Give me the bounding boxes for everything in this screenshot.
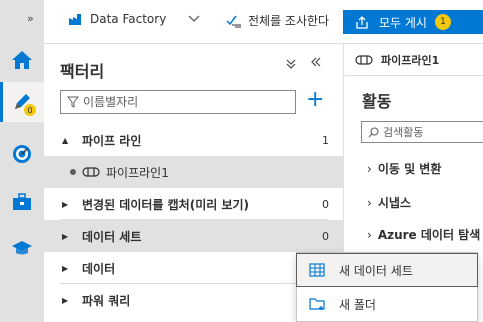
rail-author-button[interactable]: 0 [0,82,44,122]
folder-add-icon [309,298,325,310]
home-icon [12,51,32,69]
tree-group-label: 데이터 [82,261,116,276]
caret-collapsed-icon: ▶ [62,199,69,209]
active-indicator [0,82,3,122]
tree-group-count: 0 [322,197,329,211]
menu-item-label: 새 폴더 [339,297,376,312]
caret-collapsed-icon: ▶ [62,295,69,305]
publish-icon [356,16,368,29]
double-chevron-left-icon [311,57,321,67]
tree-group-label: 파워 쿼리 [82,293,131,308]
tree-item-pipeline1[interactable]: 파이프라인1 [44,156,343,188]
menu-item-new-dataset[interactable]: 새 데이터 세트 [296,253,478,287]
pipeline-icon [355,54,373,65]
collapse-all-icon [286,59,296,69]
publish-label: 모두 게시 [379,15,427,30]
top-bar: Data Factory 전체를 조사한다 모두 게시 1 [44,0,483,44]
add-resource-button[interactable]: + [306,88,324,112]
validate-label: 전체를 조사한다 [248,14,330,28]
validate-icon [226,15,241,28]
author-badge: 0 [24,104,36,116]
unsaved-dot-icon [70,169,76,175]
context-menu: 새 데이터 세트 새 폴더 [296,252,478,322]
chevron-right-icon: › [367,162,372,176]
pipeline-tab-title: 파이프라인1 [381,53,440,67]
collapse-all-button[interactable] [286,58,296,73]
tree-item-label: 파이프라인1 [106,165,169,180]
tree-group-pipelines[interactable]: ▲ 파이프 라인 1 [44,124,343,156]
chevron-right-icon: › [367,196,372,210]
search-icon [368,126,379,137]
activity-category-label: 이동 및 변환 [377,162,442,176]
rail-learning-button[interactable] [0,228,44,268]
filter-icon [67,96,79,108]
tree-group-label: 데이터 세트 [82,229,142,244]
tree-group-datasets[interactable]: ▶ 데이터 세트 0 [44,220,343,252]
hide-panel-button[interactable] [310,56,322,72]
filter-box [60,90,296,114]
activities-search[interactable]: 검색활동 [361,121,483,143]
data-factory-icon [69,14,81,25]
factory-selector[interactable]: Data Factory [68,12,200,26]
menu-item-label: 새 데이터 세트 [339,263,413,278]
tree-group-count: 0 [322,229,329,243]
menu-item-new-folder[interactable]: 새 폴더 [297,288,477,320]
gauge-icon [13,145,31,163]
panel-title: 팩터리 [60,62,105,81]
caret-expanded-icon: ▲ [62,135,69,145]
rail-manage-button[interactable] [0,182,44,222]
table-icon [309,263,325,277]
caret-collapsed-icon: ▶ [62,231,69,241]
tree-group-count: 1 [322,133,329,147]
tree-group-label: 변경된 데이터를 캡처(미리 보기) [82,197,250,212]
chevron-down-icon [188,15,200,22]
validate-all-button[interactable]: 전체를 조사한다 [226,12,329,29]
publish-count-badge: 1 [434,14,451,30]
activity-category-synapse[interactable]: › 시냅스 [367,194,411,211]
activity-category-move-transform[interactable]: › 이동 및 변환 [367,160,441,177]
chevron-right-icon: › [367,228,372,242]
tree-group-label: 파이프 라인 [82,133,142,148]
filter-input[interactable] [83,95,283,109]
toolbox-icon [13,193,31,210]
rail-monitor-button[interactable] [0,134,44,174]
graduation-cap-icon [12,241,32,255]
factory-name: Data Factory [90,12,167,26]
expand-rail-button[interactable]: » [27,12,34,25]
activity-category-data-explorer[interactable]: › Azure 데이터 탐색 [367,226,480,243]
activities-title: 활동 [362,92,392,111]
activity-category-label: Azure 데이터 탐색 [377,228,481,242]
activity-category-label: 시냅스 [377,196,411,210]
rail-home-button[interactable] [0,40,44,80]
caret-collapsed-icon: ▶ [62,263,69,273]
left-rail: » 0 [0,0,44,322]
pipeline-icon [82,167,100,177]
tree-group-change-data-capture[interactable]: ▶ 변경된 데이터를 캡처(미리 보기) 0 [44,188,343,220]
publish-all-button[interactable]: 모두 게시 1 [343,10,483,34]
activities-search-placeholder: 검색활동 [383,126,424,139]
pipeline-tab[interactable]: 파이프라인1 [345,44,483,76]
